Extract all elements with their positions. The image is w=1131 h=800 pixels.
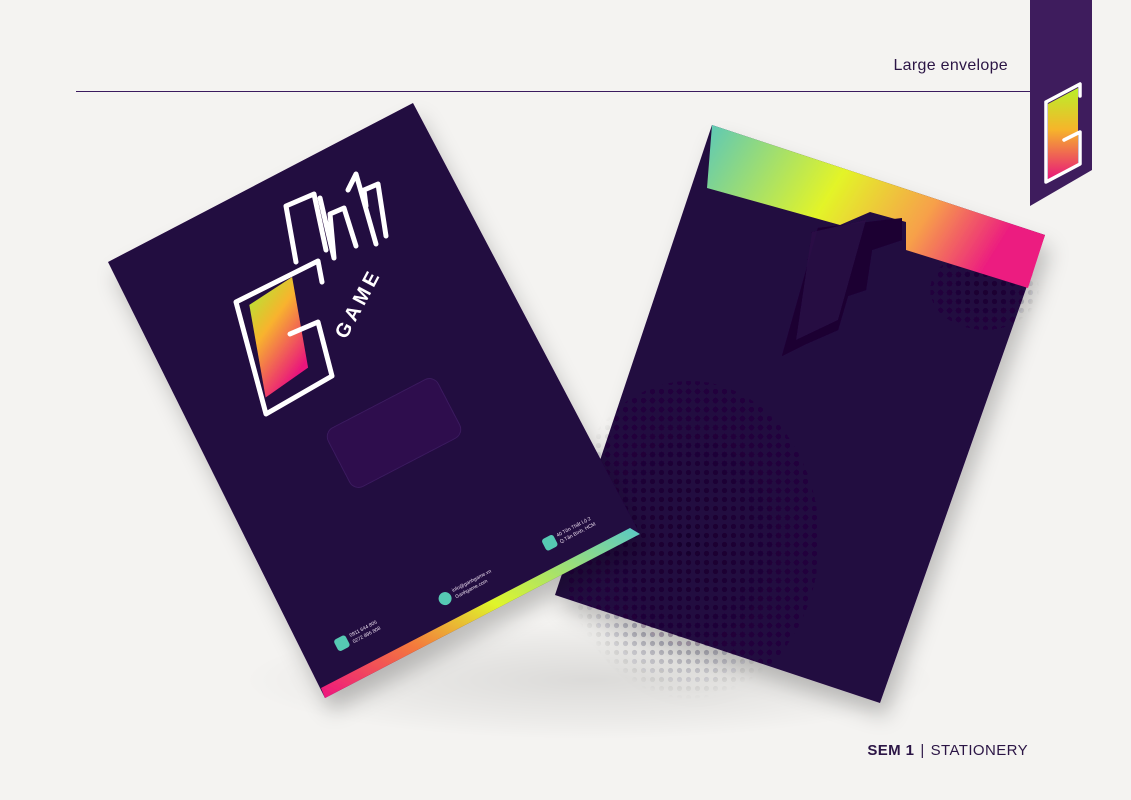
footer-separator: | <box>920 742 925 759</box>
envelope-back <box>555 125 1045 703</box>
envelope-scene: GAME 0911 644 805 0272 896 808 info@ganh… <box>108 103 1045 703</box>
footer-section: SEM 1 <box>867 742 915 759</box>
footer-label: STATIONERY <box>930 742 1028 759</box>
page-footer: SEM 1 | STATIONERY <box>867 742 1028 759</box>
